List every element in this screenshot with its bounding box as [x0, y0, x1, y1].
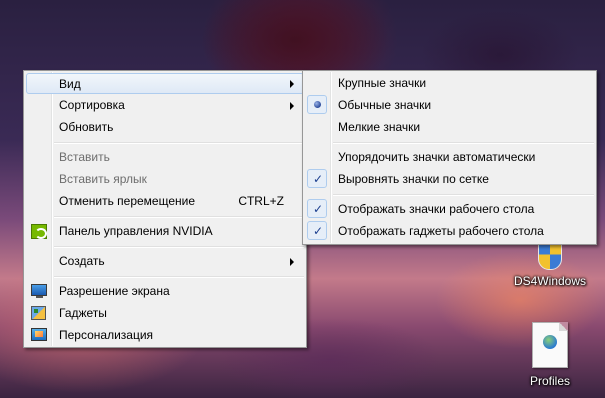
submenu-arrow-icon: [290, 102, 294, 110]
menu-separator: [54, 276, 304, 278]
desktop-icon-label: DS4Windows: [513, 274, 587, 288]
menu-item-nvidia-control-panel[interactable]: Панель управления NVIDIA: [26, 221, 304, 242]
submenu-item-show-desktop-icons[interactable]: ✓ Отображать значки рабочего стола: [305, 199, 594, 220]
menu-item-label: Отменить перемещение: [59, 194, 196, 208]
view-submenu: Крупные значки Обычные значки Мелкие зна…: [302, 70, 597, 245]
menu-item-label: Сортировка: [59, 98, 125, 112]
checkmark-icon: ✓: [313, 172, 324, 186]
menu-item-label: Гаджеты: [59, 306, 107, 320]
submenu-item-small-icons[interactable]: Мелкие значки: [305, 117, 594, 138]
menu-item-sort[interactable]: Сортировка: [26, 95, 304, 116]
menu-item-label: Панель управления NVIDIA: [59, 224, 213, 238]
radio-selected-box: [307, 95, 327, 114]
menu-item-refresh[interactable]: Обновить: [26, 117, 304, 138]
menu-item-label: Упорядочить значки автоматически: [338, 150, 536, 164]
menu-item-label: Мелкие значки: [338, 120, 421, 134]
menu-item-label: Создать: [59, 254, 105, 268]
menu-separator: [54, 142, 304, 144]
checkmark-icon: ✓: [313, 202, 324, 216]
menu-item-shortcut: CTRL+Z: [238, 194, 284, 208]
submenu-arrow-icon: [290, 258, 294, 266]
desktop-icon-label: Profiles: [529, 374, 570, 388]
menu-item-label: Вставить: [59, 150, 110, 164]
menu-item-label: Отображать значки рабочего стола: [338, 202, 535, 216]
checkbox-checked-box: ✓: [307, 199, 327, 218]
globe-icon: [543, 335, 557, 349]
document-icon: [532, 322, 568, 368]
menu-item-paste[interactable]: Вставить: [26, 147, 304, 168]
shield-icon: [538, 242, 562, 270]
menu-separator: [333, 142, 594, 144]
checkmark-icon: ✓: [313, 224, 324, 238]
menu-separator: [333, 194, 594, 196]
menu-item-label: Вид: [59, 77, 81, 91]
menu-item-undo-move[interactable]: Отменить перемещение CTRL+Z: [26, 191, 304, 212]
menu-item-personalization[interactable]: Персонализация: [26, 325, 304, 346]
menu-item-label: Выровнять значки по сетке: [338, 172, 489, 186]
menu-item-label: Крупные значки: [338, 76, 427, 90]
menu-item-label: Обновить: [59, 120, 114, 134]
checkbox-checked-box: ✓: [307, 169, 327, 188]
submenu-item-align-to-grid[interactable]: ✓ Выровнять значки по сетке: [305, 169, 594, 190]
personalization-icon: [31, 328, 47, 341]
menu-separator: [54, 246, 304, 248]
nvidia-icon: [31, 224, 47, 239]
menu-item-label: Разрешение экрана: [59, 284, 170, 298]
menu-item-paste-shortcut[interactable]: Вставить ярлык: [26, 169, 304, 190]
menu-separator: [54, 216, 304, 218]
checkbox-checked-box: ✓: [307, 221, 327, 240]
menu-item-label: Отображать гаджеты рабочего стола: [338, 224, 544, 238]
submenu-item-large-icons[interactable]: Крупные значки: [305, 73, 594, 94]
submenu-item-show-gadgets[interactable]: ✓ Отображать гаджеты рабочего стола: [305, 221, 594, 242]
radio-dot-icon: [314, 101, 321, 108]
menu-item-new[interactable]: Создать: [26, 251, 304, 272]
submenu-arrow-icon: [290, 80, 294, 88]
menu-item-screen-resolution[interactable]: Разрешение экрана: [26, 281, 304, 302]
gadget-icon: [31, 306, 46, 320]
menu-item-gadgets[interactable]: Гаджеты: [26, 303, 304, 324]
menu-item-label: Обычные значки: [338, 98, 432, 112]
menu-item-label: Персонализация: [59, 328, 154, 342]
submenu-item-auto-arrange[interactable]: Упорядочить значки автоматически: [305, 147, 594, 168]
desktop-icon-ds4windows[interactable]: DS4Windows: [508, 242, 592, 288]
desktop-icon-profiles[interactable]: Profiles: [513, 322, 587, 388]
desktop-context-menu: Вид Сортировка Обновить Вставить Вставит…: [23, 70, 307, 348]
submenu-item-medium-icons[interactable]: Обычные значки: [305, 95, 594, 116]
menu-item-view[interactable]: Вид: [26, 73, 304, 94]
menu-item-label: Вставить ярлык: [59, 172, 147, 186]
monitor-icon: [31, 284, 47, 298]
